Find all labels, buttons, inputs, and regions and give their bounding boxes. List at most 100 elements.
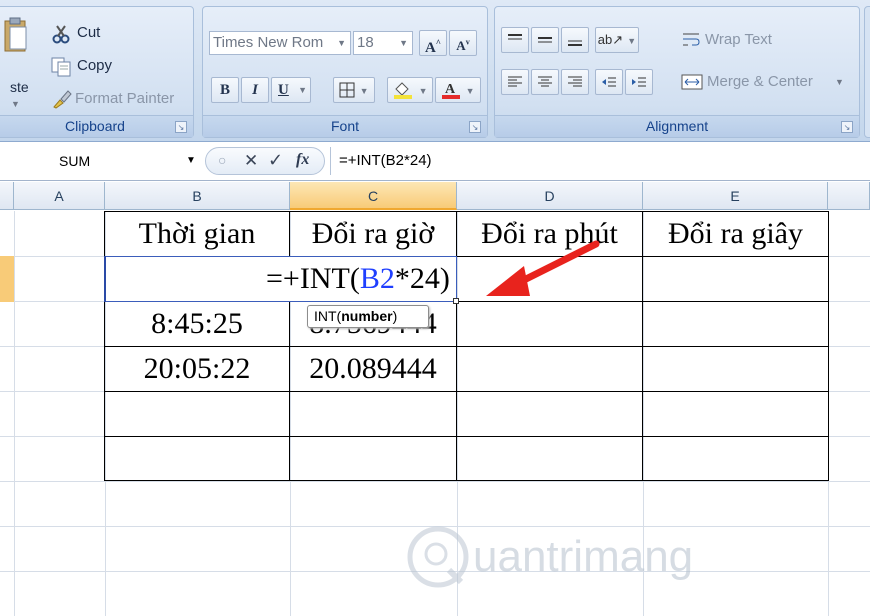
font-color-dropdown-icon[interactable]: ▼ bbox=[466, 86, 475, 96]
font-name-box[interactable]: Times New Rom ▼ bbox=[209, 31, 351, 55]
clipboard-launcher-icon[interactable]: ↘ bbox=[175, 121, 187, 133]
hours-cell-2[interactable]: 20.089444 bbox=[290, 352, 456, 386]
wrap-text-label: Wrap Text bbox=[705, 31, 772, 48]
column-header-c[interactable]: C bbox=[290, 182, 457, 210]
alignment-group: ab↗ ▼ Wrap Text Merge & Center ▼ Alignme… bbox=[494, 6, 860, 138]
paintbrush-icon bbox=[53, 90, 72, 109]
font-launcher-icon[interactable]: ↘ bbox=[469, 121, 481, 133]
lightbulb-logo-icon bbox=[407, 526, 469, 588]
column-header-d[interactable]: D bbox=[457, 182, 643, 210]
header-cell-hours[interactable]: Đổi ra giờ bbox=[290, 217, 456, 251]
align-middle-button[interactable] bbox=[531, 27, 559, 53]
formula-suffix: *24) bbox=[394, 262, 450, 295]
active-row-marker bbox=[0, 256, 14, 302]
cancel-icon[interactable]: ✕ bbox=[244, 151, 258, 171]
grow-font-button[interactable]: A^ bbox=[419, 30, 447, 56]
orientation-dropdown-icon[interactable]: ▼ bbox=[627, 36, 636, 46]
decrease-indent-button[interactable] bbox=[595, 69, 623, 95]
merge-center-button[interactable]: Merge & Center ▼ bbox=[675, 69, 855, 95]
formula-cell-ref: B2 bbox=[359, 262, 395, 295]
wrap-text-button[interactable]: Wrap Text bbox=[675, 27, 795, 53]
ribbon: ste ▼ Cut Copy Format Painter Clipboard … bbox=[0, 0, 870, 142]
formula-text: =+INT(B2*24) bbox=[339, 152, 432, 169]
align-left-icon bbox=[508, 76, 522, 87]
orientation-button[interactable]: ab↗ ▼ bbox=[595, 27, 639, 53]
align-right-button[interactable] bbox=[561, 69, 589, 95]
insert-function-icon[interactable]: fx bbox=[296, 151, 309, 169]
time-cell-1[interactable]: 8:45:25 bbox=[105, 307, 289, 341]
copy-label: Copy bbox=[77, 57, 113, 74]
borders-button[interactable]: ▼ bbox=[333, 77, 375, 103]
font-size-dropdown-icon[interactable]: ▼ bbox=[399, 32, 408, 54]
increase-indent-button[interactable] bbox=[625, 69, 653, 95]
copy-button[interactable]: Copy bbox=[47, 56, 187, 78]
svg-text:A: A bbox=[445, 82, 456, 97]
merge-center-icon bbox=[681, 74, 703, 90]
align-right-icon bbox=[568, 76, 582, 87]
paste-dropdown-icon[interactable]: ▼ bbox=[11, 99, 20, 109]
column-header-a[interactable]: A bbox=[14, 182, 105, 210]
header-cell-time[interactable]: Thời gian bbox=[105, 217, 289, 251]
watermark: uantrimang bbox=[405, 524, 735, 594]
formula-prefix: =+INT( bbox=[266, 262, 360, 295]
font-color-icon: A bbox=[442, 82, 461, 100]
function-tooltip: INT(number) bbox=[307, 305, 429, 328]
underline-dropdown-icon[interactable]: ▼ bbox=[298, 78, 307, 102]
copy-icon bbox=[51, 57, 71, 77]
align-left-button[interactable] bbox=[501, 69, 529, 95]
gridline bbox=[0, 481, 870, 482]
align-bottom-icon bbox=[568, 40, 582, 47]
column-header-e[interactable]: E bbox=[643, 182, 828, 210]
time-value-1: 8:45:25 bbox=[151, 307, 243, 340]
align-bottom-button[interactable] bbox=[561, 27, 589, 53]
time-cell-2[interactable]: 20:05:22 bbox=[105, 352, 289, 386]
cut-button[interactable]: Cut bbox=[47, 23, 187, 45]
header-cell-seconds[interactable]: Đổi ra giây bbox=[643, 217, 828, 251]
enter-icon[interactable]: ✓ bbox=[268, 150, 283, 171]
select-all-corner[interactable] bbox=[0, 182, 14, 210]
header-time-text: Thời gian bbox=[138, 217, 256, 250]
align-center-button[interactable] bbox=[531, 69, 559, 95]
font-label: Font bbox=[330, 118, 359, 134]
formula-input[interactable]: =+INT(B2*24) bbox=[330, 147, 870, 175]
borders-dropdown-icon[interactable]: ▼ bbox=[360, 86, 369, 96]
italic-button[interactable]: I bbox=[241, 77, 269, 103]
font-size-box[interactable]: 18 ▼ bbox=[353, 31, 413, 55]
cell-formula[interactable]: =+INT(B2*24) bbox=[104, 262, 484, 296]
name-box-value: SUM bbox=[59, 153, 91, 169]
grow-font-icon: A^ bbox=[424, 38, 442, 56]
underline-button[interactable]: U ▼ bbox=[271, 77, 311, 103]
column-header-d-label: D bbox=[544, 188, 555, 204]
bold-button[interactable]: B bbox=[211, 77, 239, 103]
fill-color-dropdown-icon[interactable]: ▼ bbox=[419, 86, 428, 96]
column-header-e-label: E bbox=[730, 188, 740, 204]
paste-button[interactable]: ste ▼ bbox=[0, 7, 37, 117]
font-group: Times New Rom ▼ 18 ▼ A^ Av B I U ▼ ▼ ▼ A… bbox=[202, 6, 488, 138]
font-name-dropdown-icon[interactable]: ▼ bbox=[337, 32, 346, 54]
column-header-f[interactable] bbox=[828, 182, 870, 210]
font-color-button[interactable]: A ▼ bbox=[435, 77, 481, 103]
format-painter-button[interactable]: Format Painter bbox=[47, 88, 192, 110]
fill-handle[interactable] bbox=[453, 298, 459, 304]
format-painter-label: Format Painter bbox=[75, 90, 175, 107]
shrink-font-icon: Av bbox=[456, 38, 470, 54]
align-middle-icon bbox=[538, 37, 552, 43]
fill-bucket-icon bbox=[394, 82, 413, 100]
paste-icon bbox=[4, 17, 27, 52]
formula-handle-icon: ○ bbox=[218, 152, 227, 168]
alignment-launcher-icon[interactable]: ↘ bbox=[841, 121, 853, 133]
decrease-indent-icon bbox=[602, 77, 616, 87]
align-top-button[interactable] bbox=[501, 27, 529, 53]
paste-label: ste bbox=[10, 79, 29, 95]
shrink-font-button[interactable]: Av bbox=[449, 30, 477, 56]
italic-label: I bbox=[252, 82, 258, 98]
merge-center-dropdown-icon[interactable]: ▼ bbox=[835, 77, 844, 87]
column-header-c-label: C bbox=[367, 188, 379, 204]
column-header-b-label: B bbox=[192, 188, 202, 204]
table-hline-4 bbox=[104, 391, 829, 392]
name-box-dropdown-icon[interactable]: ▼ bbox=[186, 148, 196, 174]
column-header-b[interactable]: B bbox=[105, 182, 290, 210]
fill-color-button[interactable]: ▼ bbox=[387, 77, 433, 103]
table-hline-3 bbox=[104, 346, 829, 347]
name-box[interactable]: SUM ▼ bbox=[40, 148, 200, 174]
